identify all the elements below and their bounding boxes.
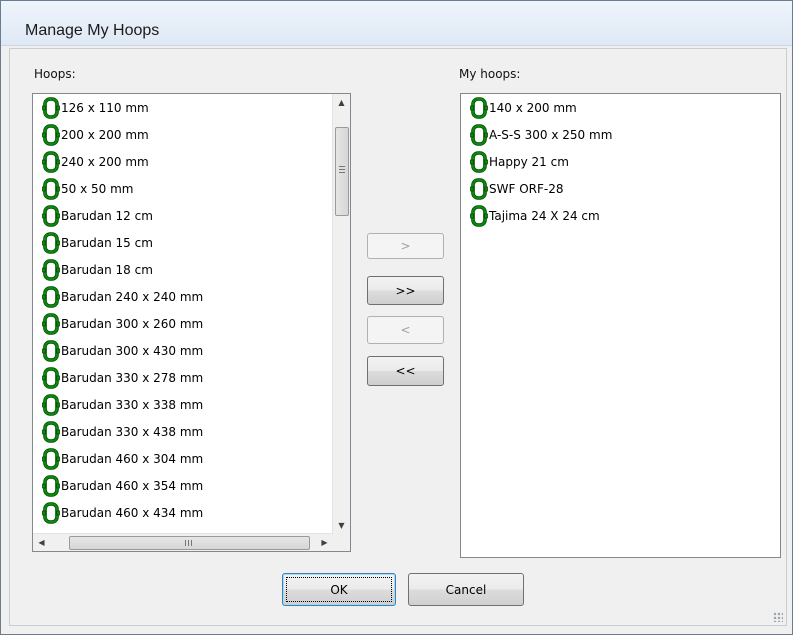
- scroll-left-button[interactable]: ◀: [33, 534, 50, 551]
- list-item-label: Barudan 240 x 240 mm: [61, 289, 204, 304]
- add-button[interactable]: >: [367, 233, 444, 259]
- remove-button[interactable]: <: [367, 316, 444, 344]
- hoop-icon: [42, 150, 60, 173]
- list-item-label: Barudan 12 cm: [61, 208, 153, 223]
- hoop-icon: [42, 312, 60, 335]
- list-item[interactable]: Tajima 24 X 24 cm: [461, 202, 612, 229]
- list-item[interactable]: 50 x 50 mm: [33, 175, 203, 202]
- dialog-body: Hoops: My hoops: 126 x 110 mm 200 x 200 m…: [9, 48, 787, 626]
- list-item-label: Barudan 460 x 434 mm: [61, 505, 204, 520]
- hoop-icon: [42, 393, 60, 416]
- hoop-icon: [470, 123, 488, 146]
- horizontal-scroll-thumb[interactable]: [69, 536, 310, 550]
- vertical-scroll-thumb[interactable]: [335, 127, 349, 216]
- list-item[interactable]: Barudan 12 cm: [33, 202, 203, 229]
- list-item[interactable]: Barudan 300 x 430 mm: [33, 337, 203, 364]
- list-item-label: A-S-S 300 x 250 mm: [489, 127, 613, 142]
- focus-rectangle: [286, 577, 392, 602]
- list-item-label: Barudan 300 x 430 mm: [61, 343, 204, 358]
- scroll-down-button[interactable]: ▼: [333, 517, 350, 534]
- list-item-label: Barudan 460 x 304 mm: [61, 451, 204, 466]
- list-item[interactable]: Barudan 460 x 304 mm: [33, 445, 203, 472]
- hoop-icon: [470, 150, 488, 173]
- my-hoops-label: My hoops:: [459, 67, 521, 81]
- hoop-icon: [42, 366, 60, 389]
- list-item-label: Barudan 330 x 338 mm: [61, 397, 204, 412]
- list-item-label: Tajima 24 X 24 cm: [489, 208, 600, 223]
- list-item[interactable]: Barudan 460 x 434 mm: [33, 499, 203, 526]
- list-item[interactable]: Barudan 330 x 438 mm: [33, 418, 203, 445]
- scroll-right-button[interactable]: ▶: [316, 534, 333, 551]
- hoop-icon: [42, 258, 60, 281]
- list-item-label: 50 x 50 mm: [61, 181, 134, 196]
- hoop-icon: [42, 285, 60, 308]
- list-item[interactable]: A-S-S 300 x 250 mm: [461, 121, 612, 148]
- manage-hoops-dialog: Manage My Hoops Hoops: My hoops: 126 x 1…: [0, 0, 793, 635]
- vertical-scrollbar[interactable]: ▲ ▼: [332, 94, 350, 534]
- list-item-label: 240 x 200 mm: [61, 154, 149, 169]
- hoop-icon: [42, 177, 60, 200]
- list-item[interactable]: Barudan 300 x 260 mm: [33, 310, 203, 337]
- dialog-title: Manage My Hoops: [25, 22, 160, 39]
- list-item-label: 126 x 110 mm: [61, 100, 149, 115]
- resize-grip[interactable]: [773, 612, 783, 622]
- hoops-listbox[interactable]: 126 x 110 mm 200 x 200 mm 240 x 200 mm 50 x…: [32, 93, 351, 552]
- hoop-icon: [42, 204, 60, 227]
- hoop-icon: [42, 231, 60, 254]
- list-item[interactable]: SWF ORF-28: [461, 175, 612, 202]
- hoop-icon: [42, 447, 60, 470]
- list-item-label: Barudan 300 x 260 mm: [61, 316, 204, 331]
- list-item-label: Barudan 460 x 354 mm: [61, 478, 204, 493]
- list-item-label: Barudan 15 cm: [61, 235, 153, 250]
- hoops-list-items: 126 x 110 mm 200 x 200 mm 240 x 200 mm 50 x…: [33, 94, 203, 526]
- list-item[interactable]: Barudan 330 x 338 mm: [33, 391, 203, 418]
- list-item[interactable]: Barudan 15 cm: [33, 229, 203, 256]
- list-item[interactable]: 126 x 110 mm: [33, 94, 203, 121]
- hoop-icon: [42, 123, 60, 146]
- list-item[interactable]: 140 x 200 mm: [461, 94, 612, 121]
- list-item-label: Happy 21 cm: [489, 154, 569, 169]
- list-item[interactable]: Barudan 240 x 240 mm: [33, 283, 203, 310]
- hoop-icon: [470, 177, 488, 200]
- list-item[interactable]: 240 x 200 mm: [33, 148, 203, 175]
- list-item-label: 200 x 200 mm: [61, 127, 149, 142]
- list-item-label: SWF ORF-28: [489, 181, 564, 196]
- title-bar[interactable]: Manage My Hoops: [1, 1, 792, 46]
- list-item-label: Barudan 330 x 438 mm: [61, 424, 204, 439]
- list-item[interactable]: Barudan 460 x 354 mm: [33, 472, 203, 499]
- list-item[interactable]: Happy 21 cm: [461, 148, 612, 175]
- hoop-icon: [42, 96, 60, 119]
- hoops-label: Hoops:: [34, 67, 76, 81]
- my-hoops-list-items: 140 x 200 mm A-S-S 300 x 250 mm Happy 21 c…: [461, 94, 612, 229]
- hoop-icon: [42, 420, 60, 443]
- hoop-icon: [42, 501, 60, 524]
- my-hoops-listbox[interactable]: 140 x 200 mm A-S-S 300 x 250 mm Happy 21 c…: [460, 93, 781, 558]
- hoop-icon: [470, 96, 488, 119]
- list-item-label: 140 x 200 mm: [489, 100, 577, 115]
- hoop-icon: [42, 339, 60, 362]
- horizontal-scrollbar[interactable]: ◀ ▶: [33, 533, 333, 551]
- list-item-label: Barudan 330 x 278 mm: [61, 370, 204, 385]
- hoop-icon: [42, 474, 60, 497]
- ok-button[interactable]: OK: [282, 573, 396, 606]
- list-item[interactable]: 200 x 200 mm: [33, 121, 203, 148]
- list-item[interactable]: Barudan 330 x 278 mm: [33, 364, 203, 391]
- cancel-button[interactable]: Cancel: [408, 573, 524, 606]
- remove-all-button[interactable]: <<: [367, 356, 444, 386]
- add-all-button[interactable]: >>: [367, 276, 444, 305]
- hoop-icon: [470, 204, 488, 227]
- scroll-up-button[interactable]: ▲: [333, 94, 350, 111]
- list-item[interactable]: Barudan 18 cm: [33, 256, 203, 283]
- scrollbar-corner: [333, 534, 350, 551]
- list-item-label: Barudan 18 cm: [61, 262, 153, 277]
